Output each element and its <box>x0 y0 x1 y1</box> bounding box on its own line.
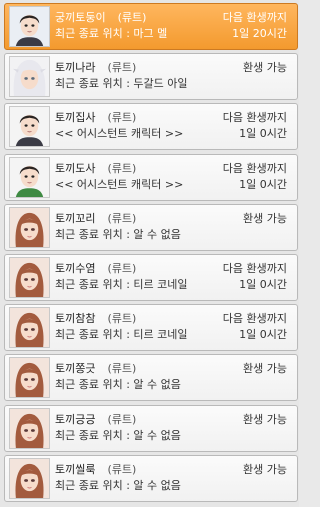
female-portrait-icon <box>10 358 49 398</box>
rebirth-time: 1일 0시간 <box>239 277 287 291</box>
character-row-3[interactable]: 토끼집사 (류트) 다음 환생까지 << 어시스턴트 캐릭터 >> 1일 0시간 <box>4 103 298 151</box>
male-portrait-icon <box>10 107 49 147</box>
row-line-1: 토끼꼬리 (류트) 환생 가능 <box>55 211 287 227</box>
character-name: 토끼긍긍 <box>55 412 96 426</box>
character-row-2[interactable]: 토끼나라 (류트) 환생 가능 최근 종료 위치 : 두갈드 아일 <box>4 53 298 101</box>
female-portrait-icon <box>10 257 49 297</box>
character-name: 토끼씰룩 <box>55 462 96 476</box>
row-line-2: 최근 종료 위치 : 티르 코네일 1일 0시간 <box>55 327 287 343</box>
rebirth-status: 다음 환생까지 <box>222 111 287 125</box>
male-portrait-icon <box>10 157 49 197</box>
character-portrait <box>9 156 50 198</box>
character-name: 토끼참참 <box>55 312 96 326</box>
rebirth-status: 환생 가능 <box>243 412 287 426</box>
character-portrait <box>9 106 50 148</box>
female-portrait-icon <box>10 207 49 247</box>
character-portrait <box>9 457 50 499</box>
row-line-1: 토끼긍긍 (류트) 환생 가능 <box>55 412 287 428</box>
last-location: 최근 종료 위치 : 두갈드 아일 <box>55 77 188 91</box>
rebirth-time: 1일 20시간 <box>232 27 287 40</box>
character-name: 토끼수염 <box>55 261 96 275</box>
server-tag: (류트) <box>107 161 137 175</box>
row-line-1: 토끼참참 (류트) 다음 환생까지 <box>55 311 287 327</box>
row-line-2: 최근 종료 위치 : 알 수 없음 <box>55 428 287 444</box>
rebirth-status: 다음 환생까지 <box>222 261 287 275</box>
row-line-1: 궁끼토둥이 (류트) 다음 환생까지 <box>55 10 287 26</box>
row-line-2: 최근 종료 위치 : 알 수 없음 <box>55 377 287 393</box>
server-tag: (류트) <box>107 412 137 426</box>
character-name: 토끼쫑긋 <box>55 362 96 376</box>
character-portrait <box>9 357 50 399</box>
server-tag: (류트) <box>107 462 137 476</box>
character-name: 토끼집사 <box>55 111 96 125</box>
rebirth-status: 환생 가능 <box>243 211 287 225</box>
rebirth-status: 다음 환생까지 <box>222 312 287 326</box>
female-portrait-icon <box>10 308 49 348</box>
row-line-1: 토끼도사 (류트) 다음 환생까지 <box>55 161 287 177</box>
rebirth-time: 1일 0시간 <box>239 177 287 191</box>
character-name: 궁끼토둥이 <box>55 11 106 24</box>
row-line-1: 토끼집사 (류트) 다음 환생까지 <box>55 110 287 126</box>
last-location: 최근 종료 위치 : 알 수 없음 <box>55 478 181 492</box>
row-line-2: << 어시스턴트 캐릭터 >> 1일 0시간 <box>55 126 287 142</box>
rebirth-time: 1일 0시간 <box>239 328 287 342</box>
row-line-2: 최근 종료 위치 : 두갈드 아일 <box>55 76 287 92</box>
character-row-6[interactable]: 토끼수염 (류트) 다음 환생까지 최근 종료 위치 : 티르 코네일 1일 0시… <box>4 253 298 301</box>
server-tag: (류트) <box>117 11 147 24</box>
character-portrait <box>9 56 50 98</box>
server-tag: (류트) <box>107 111 137 125</box>
server-tag: (류트) <box>107 261 137 275</box>
character-name: 토끼나라 <box>55 61 96 75</box>
female-portrait-icon <box>10 458 49 498</box>
last-location: 최근 종료 위치 : 마그 멜 <box>55 27 168 40</box>
male-portrait-icon <box>10 7 49 46</box>
row-line-2: 최근 종료 위치 : 알 수 없음 <box>55 478 287 494</box>
row-line-1: 토끼수염 (류트) 다음 환생까지 <box>55 261 287 277</box>
row-line-2: << 어시스턴트 캐릭터 >> 1일 0시간 <box>55 177 287 193</box>
last-location: 최근 종료 위치 : 티르 코네일 <box>55 277 188 291</box>
row-line-1: 토끼쫑긋 (류트) 환생 가능 <box>55 361 287 377</box>
character-row-8[interactable]: 토끼쫑긋 (류트) 환생 가능 최근 종료 위치 : 알 수 없음 <box>4 354 298 402</box>
last-location: 최근 종료 위치 : 알 수 없음 <box>55 428 181 442</box>
character-row-9[interactable]: 토끼긍긍 (류트) 환생 가능 최근 종료 위치 : 알 수 없음 <box>4 404 298 452</box>
row-line-2: 최근 종료 위치 : 마그 멜 1일 20시간 <box>55 26 287 42</box>
row-line-2: 최근 종료 위치 : 알 수 없음 <box>55 227 287 243</box>
rebirth-status: 다음 환생까지 <box>222 161 287 175</box>
server-tag: (류트) <box>107 362 137 376</box>
last-location: 최근 종료 위치 : 알 수 없음 <box>55 378 181 392</box>
character-portrait <box>9 407 50 449</box>
character-portrait <box>9 256 50 298</box>
rebirth-status: 환생 가능 <box>243 362 287 376</box>
character-list: 궁끼토둥이 (류트) 다음 환생까지 최근 종료 위치 : 마그 멜 1일 20시… <box>0 0 299 507</box>
server-tag: (류트) <box>107 61 137 75</box>
character-row-4[interactable]: 토끼도사 (류트) 다음 환생까지 << 어시스턴트 캐릭터 >> 1일 0시간 <box>4 153 298 201</box>
female-portrait-icon <box>10 408 49 448</box>
last-location: 최근 종료 위치 : 알 수 없음 <box>55 227 181 241</box>
server-tag: (류트) <box>107 312 137 326</box>
character-portrait <box>9 206 50 248</box>
rebirth-status: 환생 가능 <box>243 61 287 75</box>
character-row-7[interactable]: 토끼참참 (류트) 다음 환생까지 최근 종료 위치 : 티르 코네일 1일 0시… <box>4 304 298 352</box>
character-row-10[interactable]: 토끼씰룩 (류트) 환생 가능 최근 종료 위치 : 알 수 없음 <box>4 454 298 502</box>
last-location: 최근 종료 위치 : 티르 코네일 <box>55 328 188 342</box>
character-portrait <box>9 6 50 47</box>
character-name: 토끼도사 <box>55 161 96 175</box>
last-location: << 어시스턴트 캐릭터 >> <box>55 127 184 141</box>
row-line-1: 토끼나라 (류트) 환생 가능 <box>55 60 287 76</box>
giant-portrait-icon <box>10 57 49 97</box>
character-portrait <box>9 307 50 349</box>
last-location: << 어시스턴트 캐릭터 >> <box>55 177 184 191</box>
rebirth-status: 환생 가능 <box>243 462 287 476</box>
row-line-2: 최근 종료 위치 : 티르 코네일 1일 0시간 <box>55 277 287 293</box>
character-row-1[interactable]: 궁끼토둥이 (류트) 다음 환생까지 최근 종료 위치 : 마그 멜 1일 20시… <box>4 3 298 50</box>
server-tag: (류트) <box>107 211 137 225</box>
row-line-1: 토끼씰룩 (류트) 환생 가능 <box>55 462 287 478</box>
character-row-5[interactable]: 토끼꼬리 (류트) 환생 가능 최근 종료 위치 : 알 수 없음 <box>4 203 298 251</box>
rebirth-time: 1일 0시간 <box>239 127 287 141</box>
character-name: 토끼꼬리 <box>55 211 96 225</box>
rebirth-status: 다음 환생까지 <box>222 11 287 24</box>
